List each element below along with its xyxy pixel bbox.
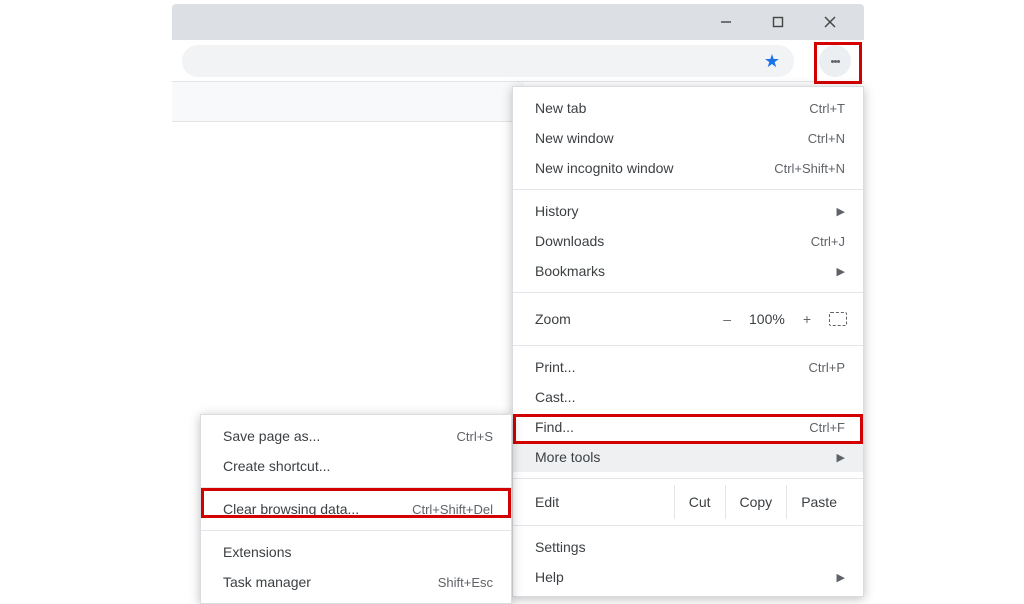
bookmarks-bar [172,82,524,122]
menu-separator [513,345,863,346]
menu-label: Create shortcut... [223,458,493,474]
menu-shortcut: Ctrl+Shift+N [774,161,845,176]
menu-item-downloads[interactable]: Downloads Ctrl+J [513,226,863,256]
submenu-arrow-icon: ▶ [837,451,845,464]
submenu-item-create-shortcut[interactable]: Create shortcut... [201,451,511,481]
address-bar[interactable]: ★ [182,45,794,77]
window-controls [700,4,856,40]
menu-label: New incognito window [535,160,774,176]
menu-separator [513,525,863,526]
menu-item-new-window[interactable]: New window Ctrl+N [513,123,863,153]
menu-separator [513,189,863,190]
menu-label: Settings [535,539,845,555]
bookmark-star-icon[interactable]: ★ [764,51,780,72]
menu-label: Bookmarks [535,263,829,279]
menu-item-help[interactable]: Help ▶ [513,562,863,592]
zoom-label: Zoom [535,311,723,327]
menu-item-bookmarks[interactable]: Bookmarks ▶ [513,256,863,286]
zoom-in-button[interactable]: + [803,311,811,327]
menu-item-new-tab[interactable]: New tab Ctrl+T [513,93,863,123]
three-dots-icon [819,45,851,77]
menu-label: Find... [535,419,809,435]
menu-label: New window [535,130,808,146]
menu-item-cast[interactable]: Cast... [513,382,863,412]
menu-item-incognito[interactable]: New incognito window Ctrl+Shift+N [513,153,863,183]
menu-button[interactable] [816,44,854,78]
menu-label: History [535,203,829,219]
menu-separator [201,530,511,531]
menu-shortcut: Ctrl+F [809,420,845,435]
submenu-arrow-icon: ▶ [837,265,845,278]
menu-shortcut: Ctrl+J [811,234,845,249]
maximize-button[interactable] [752,4,804,40]
minimize-button[interactable] [700,4,752,40]
menu-label: Save page as... [223,428,457,444]
submenu-arrow-icon: ▶ [837,571,845,584]
menu-label: Downloads [535,233,811,249]
chrome-main-menu: New tab Ctrl+T New window Ctrl+N New inc… [512,86,864,597]
menu-separator [513,478,863,479]
submenu-item-task-manager[interactable]: Task manager Shift+Esc [201,567,511,597]
menu-label: Extensions [223,544,493,560]
menu-label: More tools [535,449,829,465]
menu-shortcut: Ctrl+N [808,131,845,146]
zoom-percent: 100% [749,311,785,327]
menu-separator [201,487,511,488]
edit-label: Edit [535,494,674,510]
submenu-item-save-page[interactable]: Save page as... Ctrl+S [201,421,511,451]
menu-item-find[interactable]: Find... Ctrl+F [513,412,863,442]
menu-shortcut: Ctrl+P [809,360,845,375]
edit-cut-button[interactable]: Cut [674,485,725,519]
fullscreen-icon[interactable] [829,312,847,326]
menu-label: Help [535,569,829,585]
menu-item-settings[interactable]: Settings [513,532,863,562]
more-tools-submenu: Save page as... Ctrl+S Create shortcut..… [200,414,512,604]
menu-item-more-tools[interactable]: More tools ▶ [513,442,863,472]
menu-shortcut: Ctrl+Shift+Del [412,502,493,517]
menu-item-history[interactable]: History ▶ [513,196,863,226]
edit-copy-button[interactable]: Copy [725,485,787,519]
menu-item-edit: Edit Cut Copy Paste [513,485,863,519]
zoom-out-button[interactable]: – [723,311,731,327]
menu-item-print[interactable]: Print... Ctrl+P [513,352,863,382]
menu-shortcut: Shift+Esc [438,575,493,590]
menu-item-zoom: Zoom – 100% + [513,299,863,339]
close-button[interactable] [804,4,856,40]
submenu-arrow-icon: ▶ [837,205,845,218]
menu-label: Clear browsing data... [223,501,412,517]
submenu-item-clear-browsing-data[interactable]: Clear browsing data... Ctrl+Shift+Del [201,494,511,524]
menu-shortcut: Ctrl+S [457,429,493,444]
edit-paste-button[interactable]: Paste [786,485,851,519]
menu-label: Task manager [223,574,438,590]
menu-label: Cast... [535,389,845,405]
browser-toolbar: ★ [172,40,864,82]
submenu-item-extensions[interactable]: Extensions [201,537,511,567]
menu-label: New tab [535,100,809,116]
menu-separator [513,292,863,293]
menu-shortcut: Ctrl+T [809,101,845,116]
menu-label: Print... [535,359,809,375]
